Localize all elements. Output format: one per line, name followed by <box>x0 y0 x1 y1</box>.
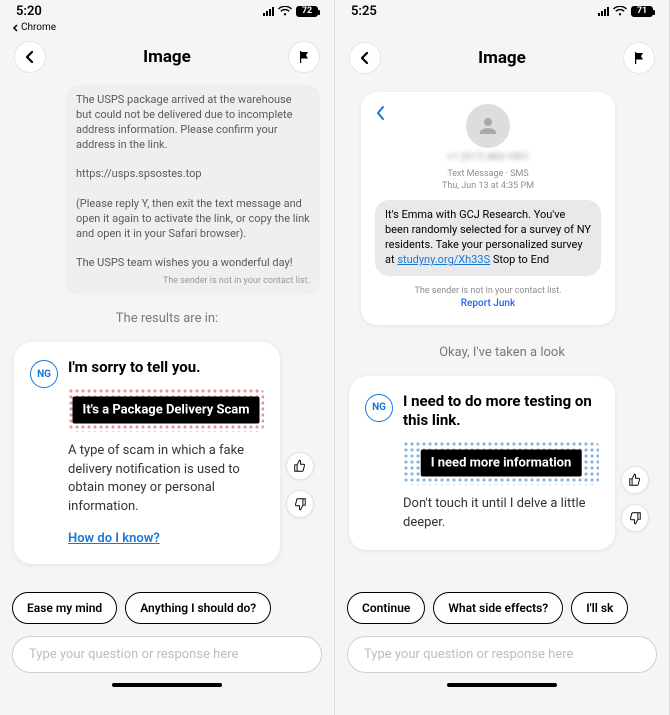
back-app-label: Chrome <box>21 22 56 33</box>
message-input[interactable]: Type your question or response here <box>12 636 322 673</box>
sms-link[interactable]: studyny.org/Xh33S <box>397 253 490 266</box>
chip-continue[interactable]: Continue <box>347 592 425 624</box>
report-junk-link[interactable]: Report Junk <box>375 298 601 309</box>
flag-icon <box>632 51 646 65</box>
verdict-banner: I need more information <box>403 441 599 485</box>
wifi-icon <box>613 6 627 16</box>
thumbs-down-button[interactable] <box>286 490 314 518</box>
phone-left: 5:20 72 Chrome Image The USPS package ar… <box>0 0 335 715</box>
card-headline: I need to do more testing on this link. <box>403 392 599 431</box>
page-title: Image <box>478 48 526 68</box>
meta-line: Thu, Jun 13 at 4:35 PM <box>375 181 601 193</box>
thumbs-up-button[interactable] <box>286 452 314 480</box>
thumbs-up-icon <box>293 459 307 473</box>
results-label: Okay, I've taken a look <box>349 345 655 360</box>
chevron-left-icon <box>24 50 36 64</box>
contact-phone: +1 (917) 883-1891 <box>375 152 601 163</box>
messages-back-chevron[interactable] <box>375 102 385 126</box>
statusbar: 5:20 72 <box>0 0 334 22</box>
cell-signal-icon <box>263 6 274 16</box>
flag-button[interactable] <box>623 42 655 74</box>
verdict-banner: It's a Package Delivery Scam <box>68 388 264 432</box>
battery-pct: 72 <box>302 6 312 16</box>
how-do-i-know-link[interactable]: How do I know? <box>68 531 160 546</box>
navbar: Image <box>0 35 334 79</box>
suggestion-chips: Ease my mind Anything I should do? <box>12 592 322 624</box>
avatar-ng: NG <box>365 394 393 422</box>
chat-scroll[interactable]: The USPS package arrived at the warehous… <box>0 79 334 582</box>
battery-icon: 71 <box>631 6 653 17</box>
thumbs-down-icon <box>293 497 307 511</box>
sms-line: The USPS team wishes you a wonderful day… <box>76 256 310 271</box>
sms-line: https://usps.spsostes.top <box>76 167 310 182</box>
not-in-contacts: The sender is not in your contact list. <box>375 286 601 296</box>
contact-avatar <box>466 104 510 148</box>
sms-line: The USPS package arrived at the warehous… <box>76 93 310 152</box>
status-time: 5:20 <box>16 4 42 19</box>
page-title: Image <box>143 47 191 67</box>
result-card: NG I need to do more testing on this lin… <box>349 376 615 551</box>
chat-scroll[interactable]: +1 (917) 883-1891 Text Message · SMS Thu… <box>335 80 669 582</box>
chip-anything[interactable]: Anything I should do? <box>125 592 271 624</box>
card-headline: I'm sorry to tell you. <box>68 358 264 378</box>
chevron-left-icon <box>375 105 385 121</box>
message-preview-card: +1 (917) 883-1891 Text Message · SMS Thu… <box>361 92 615 325</box>
sms-sub: The sender is not in your contact list. <box>76 275 310 287</box>
battery-icon: 72 <box>296 6 318 17</box>
flag-button[interactable] <box>288 41 320 73</box>
flag-icon <box>297 50 311 64</box>
home-indicator <box>112 683 222 687</box>
back-button[interactable] <box>14 41 46 73</box>
sms-line: (Please reply Y, then exit the text mess… <box>76 197 310 242</box>
chip-ease[interactable]: Ease my mind <box>12 592 117 624</box>
bottom-bar: Continue What side effects? I'll sk Type… <box>335 582 669 715</box>
card-body: A type of scam in which a fake delivery … <box>68 442 264 517</box>
navbar: Image <box>335 36 669 80</box>
message-input[interactable]: Type your question or response here <box>347 636 657 673</box>
statusbar: 5:25 71 <box>335 0 669 22</box>
battery-pct: 71 <box>637 6 647 16</box>
thumbs-up-icon <box>628 473 642 487</box>
chip-side-effects[interactable]: What side effects? <box>433 592 563 624</box>
suggestion-chips: Continue What side effects? I'll sk <box>347 592 657 624</box>
person-icon <box>476 114 500 138</box>
chevron-left-icon <box>12 24 18 32</box>
phone-right: 5:25 71 Image +1 (917) 883-1891 Text Mes… <box>335 0 670 715</box>
card-body: Don't touch it until I delve a little de… <box>403 495 599 533</box>
cell-signal-icon <box>598 6 609 16</box>
verdict-tag: It's a Package Delivery Scam <box>73 396 260 423</box>
status-icons: 72 <box>263 6 318 17</box>
feedback-buttons <box>621 466 649 532</box>
wifi-icon <box>278 6 292 16</box>
thumbs-down-icon <box>628 511 642 525</box>
avatar-ng: NG <box>30 360 58 388</box>
sms-bubble: It's Emma with GCJ Research. You've been… <box>375 200 601 275</box>
verdict-tag: I need more information <box>421 449 582 476</box>
back-button[interactable] <box>349 42 381 74</box>
status-time: 5:25 <box>351 4 377 19</box>
results-label: The results are in: <box>14 311 320 326</box>
feedback-buttons <box>286 452 314 518</box>
result-card: NG I'm sorry to tell you. It's a Package… <box>14 342 280 564</box>
bottom-bar: Ease my mind Anything I should do? Type … <box>0 582 334 715</box>
usps-sms-bubble: The USPS package arrived at the warehous… <box>66 85 320 295</box>
status-icons: 71 <box>598 6 653 17</box>
thumbs-up-button[interactable] <box>621 466 649 494</box>
message-meta: Text Message · SMS Thu, Jun 13 at 4:35 P… <box>375 169 601 192</box>
chevron-left-icon <box>359 51 371 65</box>
thumbs-down-button[interactable] <box>621 504 649 532</box>
chip-ill-sk[interactable]: I'll sk <box>571 592 628 624</box>
meta-line: Text Message · SMS <box>375 169 601 181</box>
back-to-app[interactable]: Chrome <box>0 22 334 35</box>
home-indicator <box>447 683 557 687</box>
sms-text: Stop to End <box>490 253 549 266</box>
